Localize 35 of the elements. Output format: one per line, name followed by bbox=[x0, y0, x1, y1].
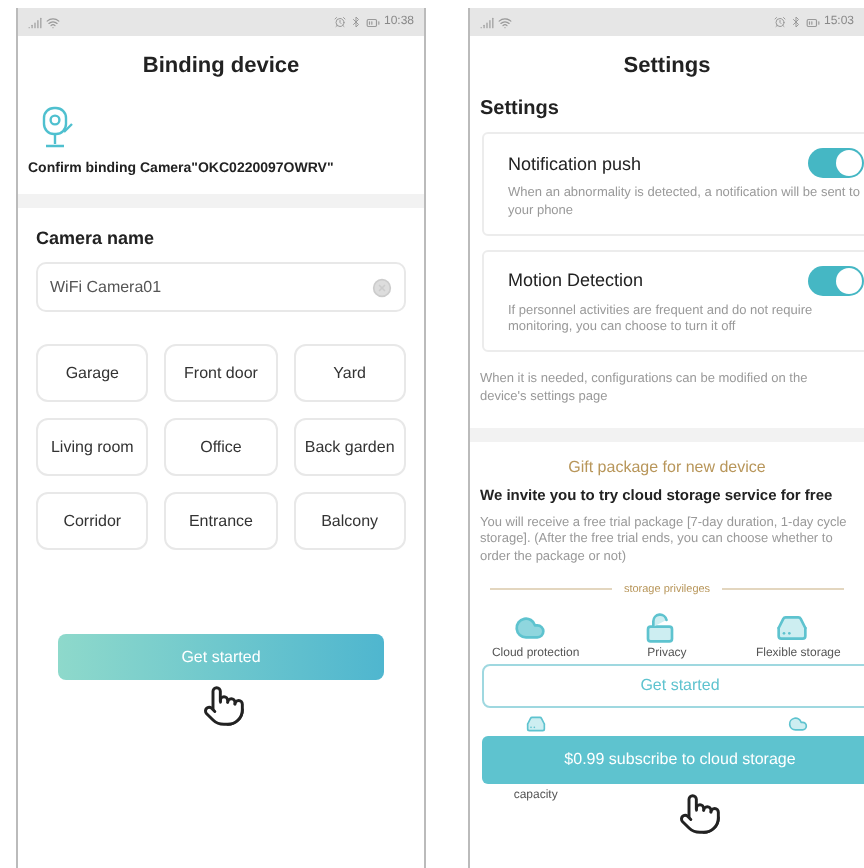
setting-name: Notification push bbox=[508, 153, 642, 173]
setting-name: Motion Detection bbox=[508, 270, 644, 291]
section-title: Settings bbox=[478, 96, 561, 124]
location-chip[interactable]: Living room bbox=[36, 418, 149, 476]
hand-cursor-icon bbox=[202, 684, 246, 728]
hand-cursor-icon bbox=[678, 792, 722, 836]
privilege-icon bbox=[525, 713, 546, 734]
bluetooth-icon bbox=[789, 16, 802, 28]
location-chip[interactable]: Entrance bbox=[164, 492, 278, 550]
screen-title: Binding device bbox=[140, 52, 302, 82]
alarm-icon bbox=[333, 16, 346, 28]
camera-icon bbox=[40, 106, 76, 150]
location-chip[interactable]: Office bbox=[164, 418, 278, 476]
signal-icon bbox=[480, 15, 494, 29]
location-chip[interactable]: Yard bbox=[293, 344, 406, 402]
camera-name-field[interactable]: WiFi Camera01 bbox=[36, 262, 406, 312]
field-label: Camera name bbox=[34, 226, 157, 248]
location-chip[interactable]: Corridor bbox=[36, 492, 149, 550]
location-chip[interactable]: Back garden bbox=[293, 418, 406, 476]
screen-title: Settings bbox=[621, 52, 713, 82]
wifi-icon bbox=[498, 15, 512, 29]
battery-icon bbox=[365, 15, 380, 29]
location-chip[interactable]: Front door bbox=[164, 344, 278, 402]
privilege-icon bbox=[788, 713, 809, 734]
location-chip[interactable]: Garage bbox=[36, 344, 149, 402]
battery-icon bbox=[805, 15, 820, 29]
bluetooth-icon bbox=[349, 16, 362, 28]
gift-title: Gift package for new device bbox=[566, 455, 768, 480]
toggle-switch[interactable] bbox=[808, 265, 864, 296]
toggle-switch[interactable] bbox=[808, 148, 864, 178]
alarm-icon bbox=[773, 16, 786, 28]
location-chip[interactable]: Balcony bbox=[293, 492, 406, 550]
clear-icon[interactable] bbox=[372, 277, 392, 297]
signal-icon bbox=[28, 15, 42, 29]
wifi-icon bbox=[46, 15, 60, 29]
